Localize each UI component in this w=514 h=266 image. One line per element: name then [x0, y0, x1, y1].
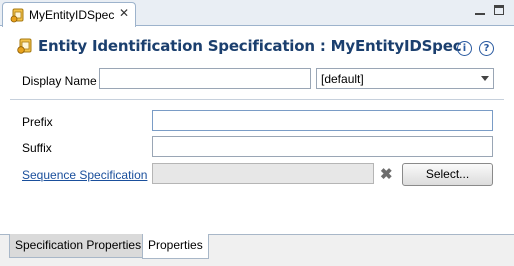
close-icon[interactable]: ✕	[119, 6, 129, 20]
info-icon[interactable]: i	[457, 41, 472, 56]
sequence-specification-field	[152, 163, 374, 184]
locale-select-value: [default]	[321, 72, 364, 86]
tab-specification-properties[interactable]: Specification Properties	[9, 234, 148, 258]
prefix-label: Prefix	[22, 115, 53, 129]
display-name-label: Display Name	[22, 74, 97, 88]
editor-tab-title: MyEntityIDSpec	[29, 8, 115, 22]
display-name-input[interactable]	[99, 68, 311, 89]
locale-select[interactable]: [default]	[316, 68, 494, 89]
entity-spec-icon	[16, 37, 34, 55]
tab-properties[interactable]: Properties	[142, 234, 209, 259]
page-title: Entity Identification Specification : My…	[38, 37, 462, 55]
select-button[interactable]: Select...	[402, 163, 493, 186]
editor-tab[interactable]: MyEntityIDSpec ✕	[2, 2, 136, 27]
prefix-input[interactable]	[152, 110, 493, 131]
suffix-label: Suffix	[22, 141, 52, 155]
help-icon[interactable]: ?	[479, 41, 494, 56]
suffix-input[interactable]	[152, 136, 493, 157]
section-divider	[10, 99, 504, 100]
sequence-specification-link[interactable]: Sequence Specification	[22, 168, 147, 182]
entity-spec-icon	[10, 7, 26, 23]
dropdown-arrow-icon	[481, 76, 489, 81]
maximize-icon[interactable]	[494, 4, 508, 18]
minimize-icon[interactable]	[475, 4, 489, 18]
clear-icon[interactable]: ✖	[380, 165, 393, 183]
